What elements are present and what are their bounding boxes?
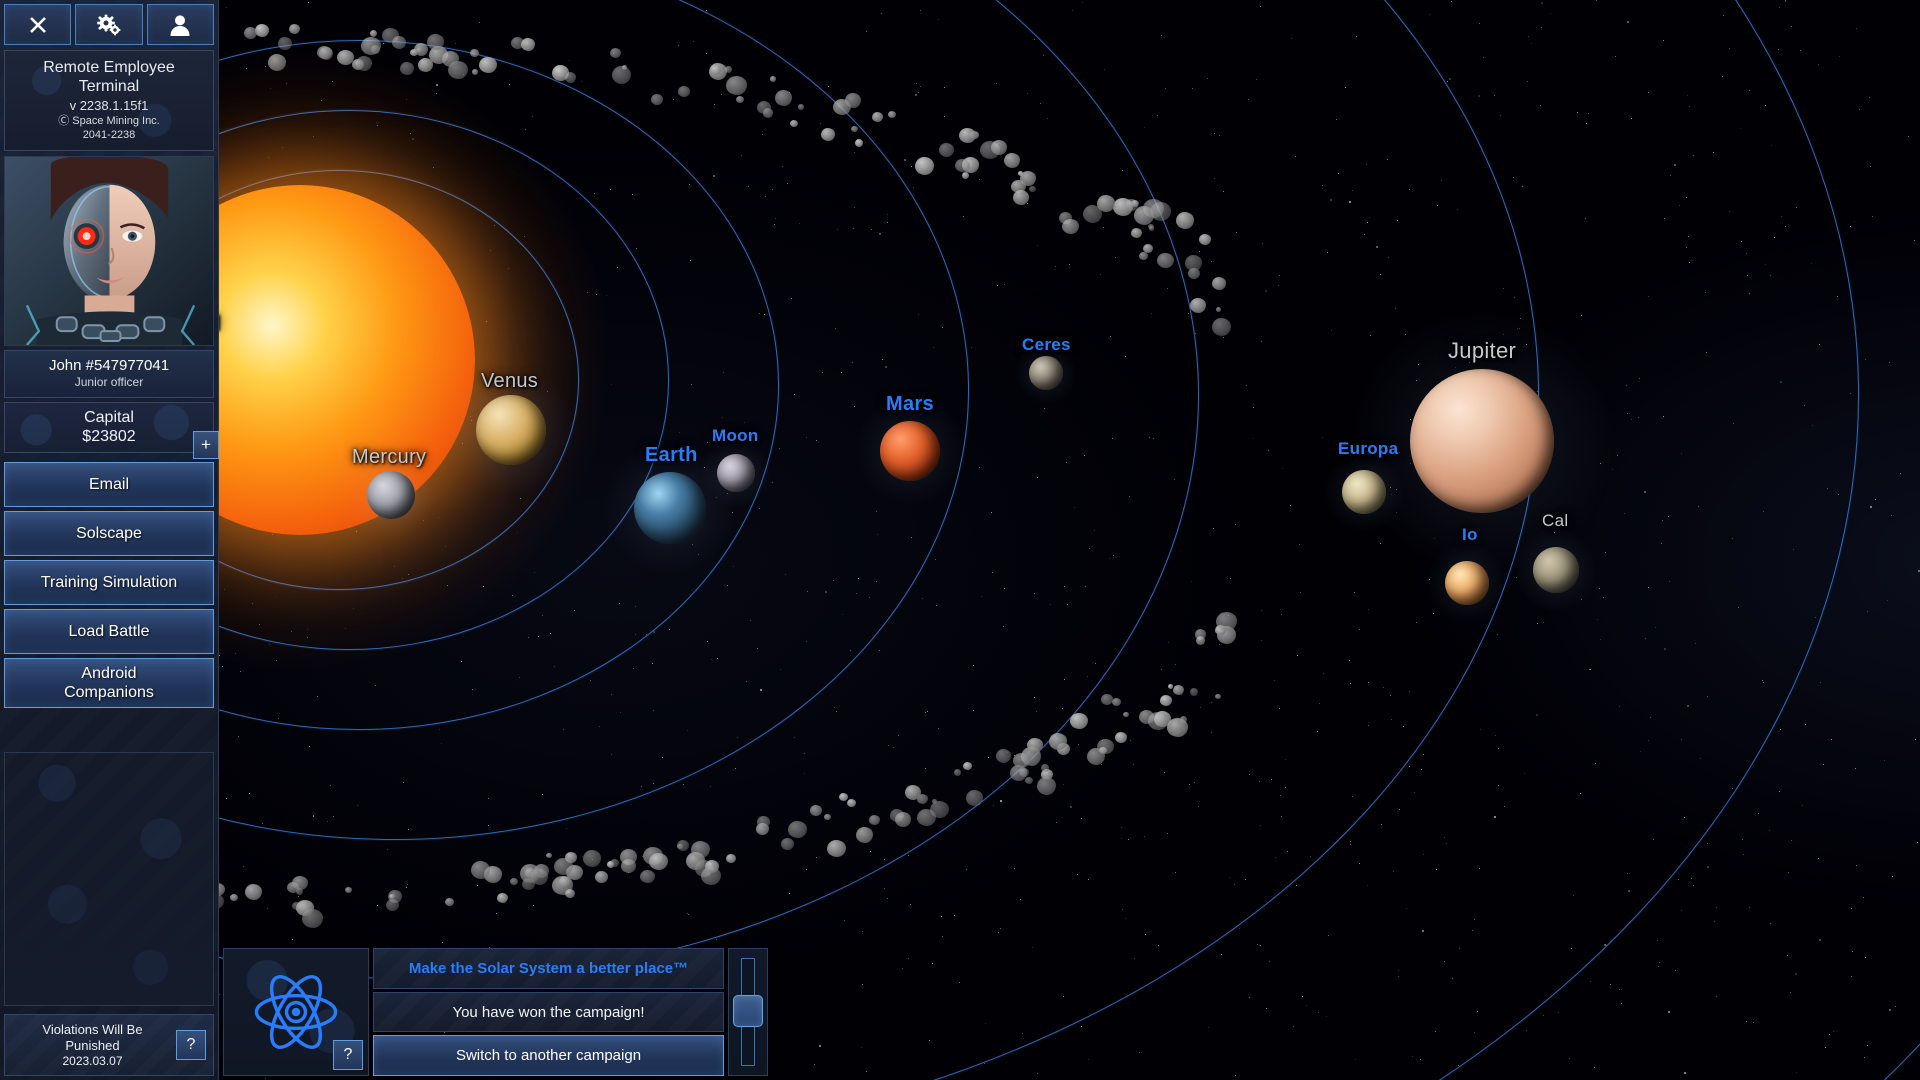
- sidebar-filler-panel: [4, 752, 214, 1006]
- player-name: John #547977041: [48, 357, 170, 374]
- body-jupiter[interactable]: [1410, 369, 1554, 513]
- menu-item-load-battle[interactable]: Load Battle: [4, 609, 214, 654]
- warning-line2: Punished: [65, 1037, 120, 1053]
- label-sol[interactable]: Sol: [219, 310, 221, 336]
- gears-icon: [97, 14, 121, 35]
- player-portrait[interactable]: [4, 156, 214, 346]
- cyborg-portrait-image: [5, 157, 213, 345]
- left-sidebar: Remote Employee Terminal v 2238.1.15f1 Ⓒ…: [0, 0, 219, 1080]
- label-moon[interactable]: Moon: [712, 426, 759, 446]
- player-rank: Junior officer: [74, 375, 144, 389]
- person-icon: [170, 14, 190, 36]
- orbit-outer-2: [219, 0, 1920, 1080]
- terminal-info-panel: Remote Employee Terminal v 2238.1.15f1 Ⓒ…: [4, 50, 214, 151]
- capital-panel: Capital $23802: [4, 402, 214, 453]
- android-companions-line1: Android: [81, 665, 137, 682]
- label-earth[interactable]: Earth: [645, 444, 698, 467]
- body-callisto[interactable]: [1533, 547, 1579, 593]
- label-callisto[interactable]: Cal: [1542, 511, 1568, 531]
- zoom-slider[interactable]: [728, 948, 768, 1076]
- body-europa[interactable]: [1342, 470, 1386, 514]
- campaign-icon-panel: ?: [223, 948, 369, 1076]
- label-mercury[interactable]: Mercury: [352, 446, 426, 469]
- menu-item-training-simulation[interactable]: Training Simulation: [4, 560, 214, 605]
- body-moon[interactable]: [717, 454, 755, 492]
- capital-label: Capital: [84, 409, 134, 426]
- campaign-help-button[interactable]: ?: [333, 1040, 363, 1070]
- campaign-slogan: Make the Solar System a better place™: [373, 948, 724, 989]
- terminal-title-line2: Terminal: [78, 78, 140, 95]
- zoom-slider-handle[interactable]: [733, 995, 763, 1027]
- body-venus[interactable]: [476, 395, 546, 465]
- switch-campaign-button[interactable]: Switch to another campaign: [373, 1035, 724, 1077]
- window-controls: [0, 0, 218, 45]
- close-icon: [29, 16, 46, 33]
- campaign-messages: Make the Solar System a better place™ Yo…: [373, 948, 724, 1077]
- warning-text: Violations Will Be Punished 2023.03.07: [5, 1022, 176, 1069]
- body-earth[interactable]: [634, 472, 706, 544]
- add-capital-button[interactable]: +: [193, 431, 219, 459]
- android-companions-line2: Companions: [64, 684, 154, 701]
- atom-icon: [254, 975, 338, 1049]
- settings-button[interactable]: [75, 4, 143, 45]
- warning-line1: Violations Will Be: [42, 1021, 143, 1037]
- main-menu: Email Solscape Training Simulation Load …: [4, 462, 214, 708]
- label-jupiter[interactable]: Jupiter: [1448, 338, 1516, 364]
- body-mercury[interactable]: [367, 471, 415, 519]
- capital-section: Capital $23802 +: [4, 402, 219, 459]
- campaign-bar: ? Make the Solar System a better place™ …: [219, 944, 772, 1080]
- body-io[interactable]: [1445, 561, 1489, 605]
- body-mars[interactable]: [880, 421, 940, 481]
- terminal-title-line1: Remote Employee: [43, 59, 175, 76]
- terminal-years: 2041-2238: [82, 129, 136, 141]
- footer-help-button[interactable]: ?: [176, 1030, 206, 1060]
- menu-item-solscape[interactable]: Solscape: [4, 511, 214, 556]
- solar-system-view[interactable]: Sol Mercury Venus Earth Moon Mars Ceres Jupiter…: [219, 0, 1920, 1080]
- profile-button[interactable]: [146, 4, 214, 45]
- label-io[interactable]: Io: [1462, 525, 1478, 545]
- menu-item-android-companions[interactable]: Android Companions: [4, 658, 214, 708]
- terminal-version: v 2238.1.15f1: [69, 98, 149, 113]
- label-mars[interactable]: Mars: [886, 393, 934, 416]
- capital-value: $23802: [82, 428, 136, 445]
- campaign-status: You have won the campaign!: [373, 991, 724, 1033]
- close-button[interactable]: [4, 4, 72, 45]
- app-root: Sol Mercury Venus Earth Moon Mars Ceres Jupiter…: [0, 0, 1920, 1080]
- label-europa[interactable]: Europa: [1338, 439, 1398, 459]
- menu-item-email[interactable]: Email: [4, 462, 214, 507]
- terminal-company: Ⓒ Space Mining Inc.: [58, 115, 160, 127]
- label-venus[interactable]: Venus: [481, 370, 538, 393]
- sidebar-footer: Violations Will Be Punished 2023.03.07 ?: [4, 1014, 214, 1076]
- footer-date: 2023.03.07: [62, 1053, 123, 1068]
- label-ceres[interactable]: Ceres: [1022, 335, 1071, 355]
- body-ceres[interactable]: [1029, 356, 1063, 390]
- player-identity: John #547977041 Junior officer: [4, 350, 214, 398]
